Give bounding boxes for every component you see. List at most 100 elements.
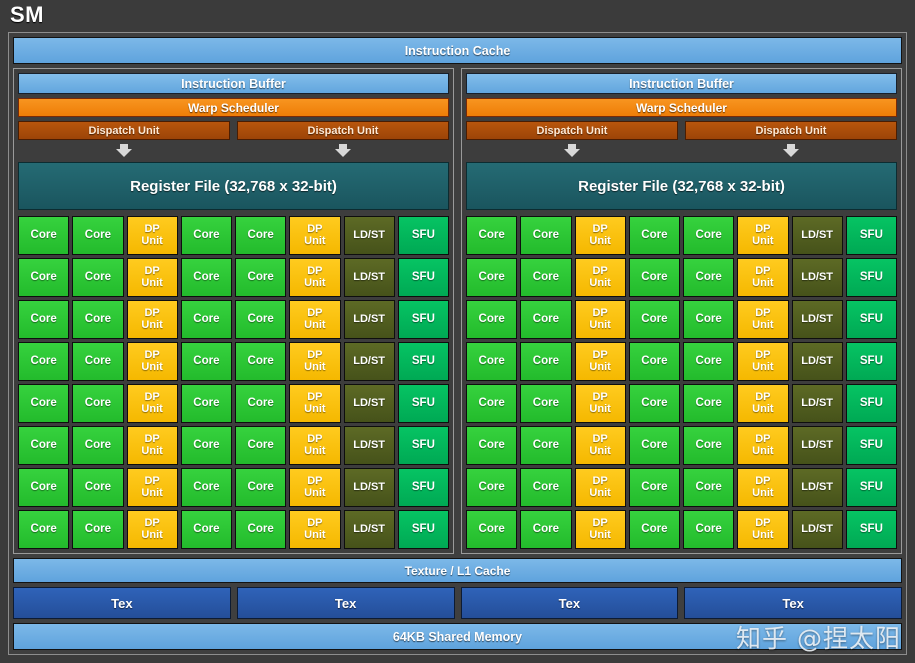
- unit-ldst: LD/ST: [343, 510, 395, 549]
- unit-core: Core: [72, 342, 124, 381]
- unit-core: Core: [520, 258, 572, 297]
- unit-core: Core: [683, 384, 735, 423]
- warp-scheduler-right: Warp Scheduler: [466, 98, 897, 117]
- unit-core: Core: [235, 342, 287, 381]
- texture-l1-cache-bar: Texture / L1 Cache: [13, 558, 902, 583]
- processing-blocks-row: Instruction Buffer Warp Scheduler Dispat…: [13, 68, 902, 554]
- dp-unit-label-line2: Unit: [141, 444, 163, 457]
- unit-core: Core: [466, 258, 518, 297]
- unit-dp: DP Unit: [289, 342, 341, 381]
- dp-unit-label-line1: DP: [592, 306, 608, 319]
- unit-core: Core: [628, 342, 680, 381]
- unit-dp: DP Unit: [574, 258, 626, 297]
- unit-core: Core: [72, 216, 124, 255]
- dp-unit-label-line1: DP: [755, 348, 771, 361]
- unit-sfu: SFU: [397, 342, 449, 381]
- dp-unit-label-line2: Unit: [752, 402, 774, 415]
- dp-unit-label-line2: Unit: [304, 360, 326, 373]
- unit-dp: DP Unit: [289, 216, 341, 255]
- unit-core: Core: [520, 510, 572, 549]
- unit-ldst: LD/ST: [343, 258, 395, 297]
- page-title: SM: [10, 2, 44, 27]
- unit-sfu: SFU: [397, 468, 449, 507]
- unit-ldst: LD/ST: [343, 300, 395, 339]
- unit-dp: DP Unit: [574, 468, 626, 507]
- unit-core: Core: [18, 426, 70, 465]
- dp-unit-label-line1: DP: [144, 222, 160, 235]
- unit-core: Core: [628, 468, 680, 507]
- unit-ldst: LD/ST: [343, 426, 395, 465]
- unit-sfu: SFU: [845, 258, 897, 297]
- unit-core: Core: [180, 468, 232, 507]
- unit-core: Core: [520, 468, 572, 507]
- unit-core: Core: [18, 342, 70, 381]
- unit-core: Core: [18, 468, 70, 507]
- unit-ldst: LD/ST: [791, 426, 843, 465]
- dp-unit-label-line1: DP: [755, 222, 771, 235]
- core-row: Core Core DP Unit Core Core DP Unit LD/ST SFU: [18, 384, 449, 423]
- unit-core: Core: [628, 300, 680, 339]
- dp-unit-label-line1: DP: [144, 264, 160, 277]
- dp-unit-label-line1: DP: [592, 264, 608, 277]
- dp-unit-label-line2: Unit: [589, 318, 611, 331]
- unit-ldst: LD/ST: [791, 468, 843, 507]
- dp-unit-label-line2: Unit: [304, 318, 326, 331]
- dispatch-row-left: Dispatch Unit Dispatch Unit: [18, 121, 449, 140]
- dp-unit-label-line2: Unit: [141, 276, 163, 289]
- arrow-cell: [18, 144, 230, 158]
- processing-block-right: Instruction Buffer Warp Scheduler Dispat…: [461, 68, 902, 554]
- unit-core: Core: [683, 216, 735, 255]
- arrow-cell: [685, 144, 897, 158]
- dp-unit-label-line2: Unit: [304, 528, 326, 541]
- core-row: Core Core DP Unit Core Core DP Unit LD/ST SFU: [466, 258, 897, 297]
- unit-core: Core: [520, 300, 572, 339]
- dp-unit-label-line2: Unit: [304, 486, 326, 499]
- unit-core: Core: [72, 468, 124, 507]
- unit-core: Core: [235, 426, 287, 465]
- dispatch-arrows-right: [466, 144, 897, 158]
- unit-dp: DP Unit: [126, 342, 178, 381]
- core-row: Core Core DP Unit Core Core DP Unit LD/ST SFU: [18, 510, 449, 549]
- unit-core: Core: [180, 216, 232, 255]
- unit-core: Core: [520, 384, 572, 423]
- dp-unit-label-line1: DP: [144, 474, 160, 487]
- sm-frame: Instruction Cache Instruction Buffer War…: [8, 32, 907, 655]
- dp-unit-label-line2: Unit: [141, 318, 163, 331]
- unit-core: Core: [235, 258, 287, 297]
- dp-unit-label-line2: Unit: [589, 234, 611, 247]
- tex-unit: Tex: [460, 587, 679, 619]
- unit-sfu: SFU: [845, 426, 897, 465]
- dp-unit-label-line1: DP: [755, 516, 771, 529]
- dp-unit-label-line1: DP: [307, 264, 323, 277]
- unit-core: Core: [235, 300, 287, 339]
- instruction-buffer-left: Instruction Buffer: [18, 73, 449, 94]
- dispatch-unit-left-2: Dispatch Unit: [237, 121, 449, 140]
- unit-core: Core: [683, 468, 735, 507]
- unit-core: Core: [18, 384, 70, 423]
- instruction-buffer-right: Instruction Buffer: [466, 73, 897, 94]
- dp-unit-label-line1: DP: [144, 516, 160, 529]
- arrow-cell: [466, 144, 678, 158]
- unit-dp: DP Unit: [737, 300, 789, 339]
- unit-core: Core: [180, 342, 232, 381]
- core-row: Core Core DP Unit Core Core DP Unit LD/ST SFU: [466, 426, 897, 465]
- unit-sfu: SFU: [397, 384, 449, 423]
- dp-unit-label-line2: Unit: [752, 360, 774, 373]
- unit-core: Core: [683, 300, 735, 339]
- processing-block-left: Instruction Buffer Warp Scheduler Dispat…: [13, 68, 454, 554]
- dp-unit-label-line1: DP: [755, 306, 771, 319]
- unit-core: Core: [180, 258, 232, 297]
- unit-ldst: LD/ST: [791, 216, 843, 255]
- tex-unit: Tex: [684, 587, 902, 619]
- dp-unit-label-line2: Unit: [304, 276, 326, 289]
- dp-unit-label-line1: DP: [592, 432, 608, 445]
- core-row: Core Core DP Unit Core Core DP Unit LD/ST SFU: [18, 342, 449, 381]
- shared-memory-bar: 64KB Shared Memory: [13, 623, 902, 650]
- unit-dp: DP Unit: [574, 342, 626, 381]
- core-row: Core Core DP Unit Core Core DP Unit LD/ST SFU: [466, 300, 897, 339]
- warp-scheduler-left: Warp Scheduler: [18, 98, 449, 117]
- dp-unit-label-line2: Unit: [752, 318, 774, 331]
- unit-sfu: SFU: [845, 300, 897, 339]
- dp-unit-label-line2: Unit: [304, 402, 326, 415]
- unit-dp: DP Unit: [737, 426, 789, 465]
